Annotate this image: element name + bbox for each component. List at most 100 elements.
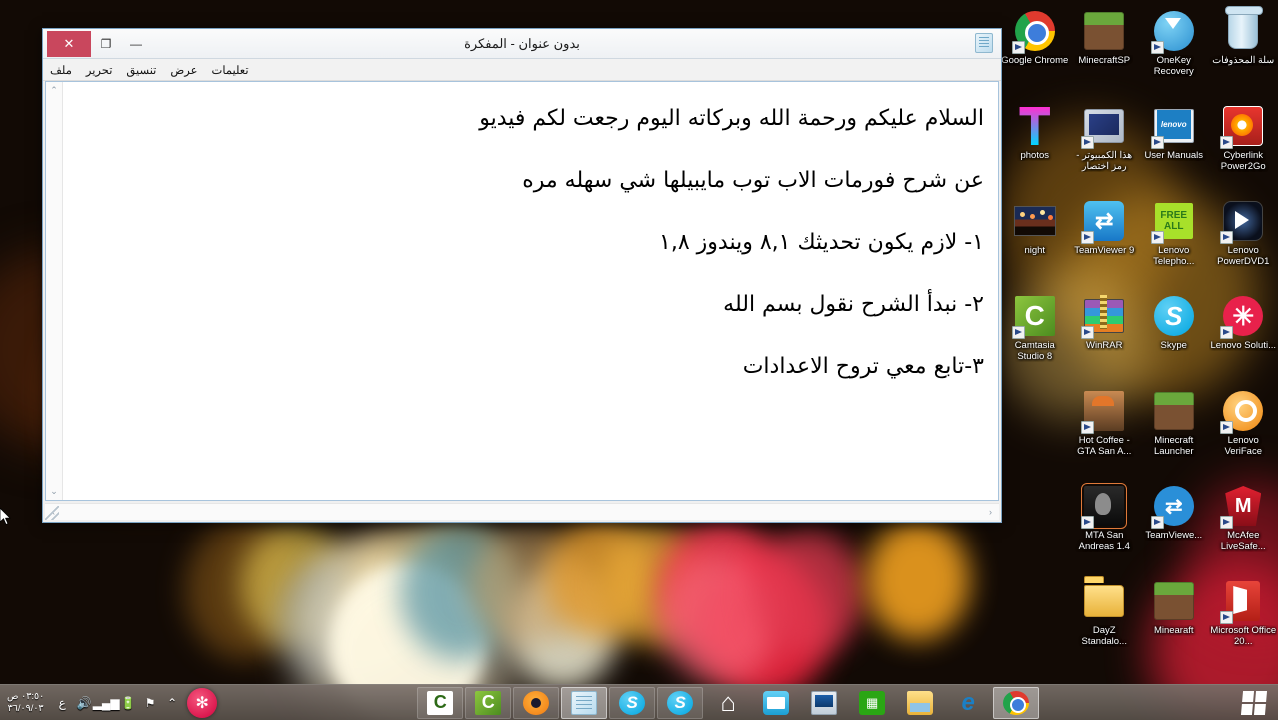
- scroll-up-arrow-icon[interactable]: ⌃: [47, 83, 62, 98]
- desktop-icon-cyberlink-power2go[interactable]: Cyberlink Power2Go: [1209, 101, 1278, 196]
- taskbar-internet-explorer[interactable]: [945, 687, 991, 719]
- art-powerdvd-icon: [1220, 200, 1264, 244]
- taskbar-chrome[interactable]: [993, 686, 1040, 719]
- menu-edit[interactable]: تحرير: [79, 61, 120, 79]
- tray-language-indicator[interactable]: ع: [53, 694, 71, 712]
- shortcut-overlay-icon: [1150, 516, 1164, 529]
- desktop-icon-hot-coffee-gta-san-andreas[interactable]: Hot Coffee - GTA San A...: [1070, 386, 1140, 481]
- tb-mail-icon: [763, 690, 790, 715]
- desktop-icon-dayz-standalone[interactable]: DayZ Standalo...: [1070, 576, 1140, 671]
- tray-show-hidden-icons[interactable]: ⌃: [163, 694, 181, 712]
- desktop-icon-lenovo-veriface[interactable]: Lenovo VeriFace: [1209, 386, 1278, 481]
- taskbar-remote-desktop[interactable]: [801, 687, 847, 719]
- desktop-icon-empty-2: [1000, 481, 1070, 576]
- tb-home-icon: [715, 691, 741, 715]
- notepad-window[interactable]: ✕ ❐ — بدون عنوان - المفكرة ملف تحرير تنسيق…: [42, 28, 1002, 523]
- desktop-icon-night[interactable]: night: [1000, 196, 1070, 291]
- tb-store-icon: [859, 690, 886, 715]
- desktop-icon-skype[interactable]: Skype: [1139, 291, 1209, 386]
- horizontal-scrollbar[interactable]: ‹ ›: [45, 503, 999, 520]
- art-grass-icon: [1153, 580, 1195, 622]
- desktop-icon-lenovo-powerdvd[interactable]: Lenovo PowerDVD1: [1209, 196, 1278, 291]
- desktop-icon-label: Google Chrome: [1001, 55, 1069, 66]
- tray-network-icon[interactable]: ▂▄▆: [93, 694, 120, 712]
- avast-tray-icon[interactable]: ✻: [187, 687, 218, 718]
- desktop-icon-label: OneKey Recovery: [1153, 55, 1194, 77]
- desktop-icon-onekey-recovery[interactable]: OneKey Recovery: [1139, 6, 1209, 101]
- shortcut-overlay-icon: [1081, 421, 1095, 434]
- notepad-text-content[interactable]: السلام عليكم ورحمة الله وبركاته اليوم رج…: [63, 82, 998, 500]
- desktop-icon-teamviewer[interactable]: TeamViewe...: [1139, 481, 1209, 576]
- desktop-icon-lenovo-solution-center[interactable]: Lenovo Soluti...: [1209, 291, 1278, 386]
- desktop-icon-label: Hot Coffee - GTA San A...: [1077, 435, 1132, 457]
- art-camtasia-icon: [1011, 295, 1056, 339]
- clock-date: ٣٦/٠٩/٠٣: [7, 702, 44, 714]
- desktop-icon-minecraftsp[interactable]: MinecraftSP: [1070, 6, 1140, 101]
- shortcut-overlay-icon: [1220, 231, 1234, 244]
- shortcut-overlay-icon: [1220, 516, 1234, 529]
- taskbar-file-explorer[interactable]: [897, 687, 943, 719]
- taskbar-mail[interactable]: [753, 687, 799, 719]
- menu-bar[interactable]: ملف تحرير تنسيق عرض تعليمات: [43, 59, 1001, 81]
- minimize-button[interactable]: —: [121, 33, 151, 55]
- taskbar-notepad[interactable]: [561, 686, 608, 719]
- scroll-right-arrow-icon[interactable]: ›: [983, 505, 998, 520]
- taskbar-skype-1[interactable]: [609, 686, 656, 719]
- desktop-icon-google-chrome[interactable]: Google Chrome: [1000, 6, 1070, 101]
- text-line: عن شرح فورمات الاب توب مايبيلها شي سهله …: [522, 168, 984, 193]
- taskbar[interactable]: ٠٣:٥٠ ص ٣٦/٠٩/٠٣ ع 🔊 ▂▄▆ 🔋 ⚑ ⌃ ✻: [0, 684, 1278, 720]
- window-title-bar[interactable]: ✕ ❐ — بدون عنوان - المفكرة: [43, 29, 1001, 59]
- desktop-icon-microsoft-office[interactable]: Microsoft Office 20...: [1209, 576, 1278, 671]
- art-folder-icon: [1083, 580, 1125, 622]
- desktop-icon-recycle-bin[interactable]: سلة المحذوفات: [1209, 6, 1278, 101]
- desktop-icon-teamviewer-9[interactable]: TeamViewer 9: [1070, 196, 1140, 291]
- start-button[interactable]: [1230, 685, 1278, 720]
- taskbar-camtasia-recorder[interactable]: [417, 686, 464, 719]
- shortcut-overlay-icon: [1011, 41, 1025, 54]
- tray-action-center-icon[interactable]: ⚑: [141, 694, 159, 712]
- desktop-icon-camtasia-studio-8[interactable]: Camtasia Studio 8: [1000, 291, 1070, 386]
- text-line: ٣-تابع معي تروح الاعدادات: [742, 354, 984, 379]
- close-button[interactable]: ✕: [47, 30, 91, 57]
- taskbar-buttons[interactable]: [417, 685, 1040, 720]
- desktop-icon-label: McAfee LiveSafe...: [1220, 530, 1266, 552]
- desktop-icon-minearaft[interactable]: Minearaft: [1139, 576, 1209, 671]
- desktop-icon-label: Microsoft Office 20...: [1210, 625, 1277, 647]
- menu-help[interactable]: تعليمات: [205, 61, 256, 79]
- tray-battery-icon[interactable]: 🔋: [119, 694, 137, 712]
- tray-volume-icon[interactable]: 🔊: [75, 694, 93, 712]
- system-tray[interactable]: ٠٣:٥٠ ص ٣٦/٠٩/٠٣ ع 🔊 ▂▄▆ 🔋 ⚑ ⌃: [0, 685, 181, 720]
- menu-format[interactable]: تنسيق: [119, 61, 163, 79]
- taskbar-home[interactable]: [705, 687, 751, 719]
- resize-grip[interactable]: [45, 506, 59, 520]
- maximize-button[interactable]: ❐: [91, 33, 121, 55]
- mouse-cursor: [0, 508, 11, 526]
- desktop-icon-photos[interactable]: photos: [1000, 101, 1070, 196]
- text-editor-area[interactable]: ⌃ ⌄ السلام عليكم ورحمة الله وبركاته اليو…: [45, 81, 999, 501]
- desktop-icon-label: TeamViewer 9: [1074, 245, 1135, 256]
- taskbar-camtasia-studio[interactable]: [465, 686, 512, 719]
- taskbar-avast[interactable]: [513, 686, 560, 719]
- desktop-icon-minecraft-launcher[interactable]: Minecraft Launcher: [1139, 386, 1209, 481]
- vertical-scrollbar[interactable]: ⌃ ⌄: [46, 82, 63, 500]
- taskbar-skype-2[interactable]: [657, 686, 704, 719]
- menu-view[interactable]: عرض: [163, 61, 204, 79]
- desktop-icon-label: Lenovo Telepho...: [1153, 245, 1195, 267]
- art-mta-icon: [1081, 483, 1128, 529]
- art-bin-icon: [1222, 10, 1264, 52]
- desktop-icon-mcafee-livesafe[interactable]: McAfee LiveSafe...: [1209, 481, 1278, 576]
- desktop-icon-label: هذا الكمبيوتر - رمز اختصار: [1076, 150, 1133, 172]
- desktop-icon-this-pc-shortcut[interactable]: هذا الكمبيوتر - رمز اختصار: [1070, 101, 1140, 196]
- tb-skype-icon: [667, 690, 694, 715]
- desktop-icon-user-manuals[interactable]: User Manuals: [1139, 101, 1209, 196]
- desktop-icon-lenovo-telephone[interactable]: Lenovo Telepho...: [1139, 196, 1209, 291]
- clock[interactable]: ٠٣:٥٠ ص ٣٦/٠٩/٠٣: [2, 691, 49, 715]
- art-onekey-icon: [1150, 10, 1195, 54]
- taskbar-windows-store[interactable]: [849, 687, 895, 719]
- desktop-icon-mta-san-andreas[interactable]: MTA San Andreas 1.4: [1070, 481, 1140, 576]
- bokeh-light: [750, 530, 865, 655]
- desktop-icon-winrar[interactable]: WinRAR: [1070, 291, 1140, 386]
- art-tv-icon: [1081, 200, 1125, 244]
- scroll-down-arrow-icon[interactable]: ⌄: [47, 484, 62, 499]
- menu-file[interactable]: ملف: [43, 61, 79, 79]
